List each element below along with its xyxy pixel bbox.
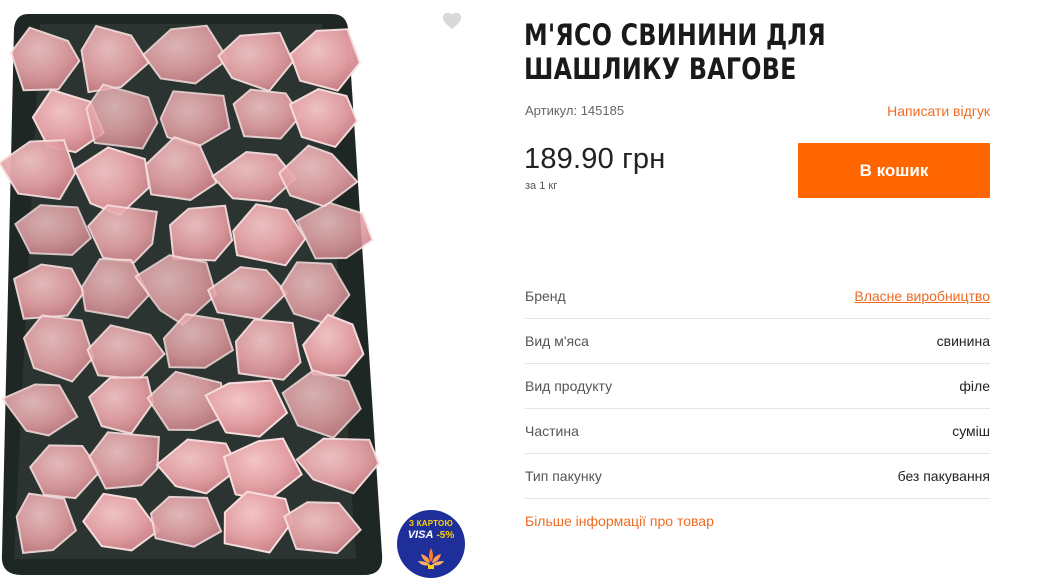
spec-key: Бренд [525,288,566,304]
product-title: М'ЯСО СВИНИНИ ДЛЯ ШАШЛИКУ ВАГОВЕ [524,18,826,86]
spec-value: без пакування [897,468,990,484]
spec-row-meat-type: Вид м'яса свинина [525,319,990,364]
promo-brand-name: VISA [407,529,434,541]
spec-value: суміш [952,423,990,439]
spec-table: Бренд Власне виробництво Вид м'яса свини… [525,274,990,499]
spec-value: філе [959,378,990,394]
product-sku: Артикул: 145185 [525,103,625,118]
write-review-link[interactable]: Написати відгук [887,103,990,119]
promo-brand: VISA -5% [397,529,465,541]
spec-key: Тип пакунку [525,468,602,484]
product-image[interactable] [0,14,384,575]
price-unit: за 1 кг [525,180,558,192]
spec-key: Вид м'яса [525,333,589,349]
heart-icon[interactable] [441,10,463,32]
product-price: 189.90 грн [524,143,666,175]
promo-discount: -5% [436,530,455,541]
spec-key: Частина [525,423,579,439]
spec-key: Вид продукту [525,378,613,394]
spec-row-product-type: Вид продукту філе [525,364,990,409]
flower-icon [418,548,444,569]
spec-value: свинина [936,333,990,349]
promo-line1: З КАРТОЮ [409,519,453,528]
spec-row-package: Тип пакунку без пакування [525,454,990,499]
spec-row-part: Частина суміш [525,409,990,454]
spec-row-brand: Бренд Власне виробництво [525,274,990,319]
visa-promo-badge: З КАРТОЮ VISA -5% [397,510,465,578]
more-info-link[interactable]: Більше інформації про товар [525,513,714,529]
spec-value-brand-link[interactable]: Власне виробництво [854,288,990,304]
add-to-cart-button[interactable]: В кошик [798,143,990,198]
product-gallery: З КАРТОЮ VISA -5% [0,0,480,578]
